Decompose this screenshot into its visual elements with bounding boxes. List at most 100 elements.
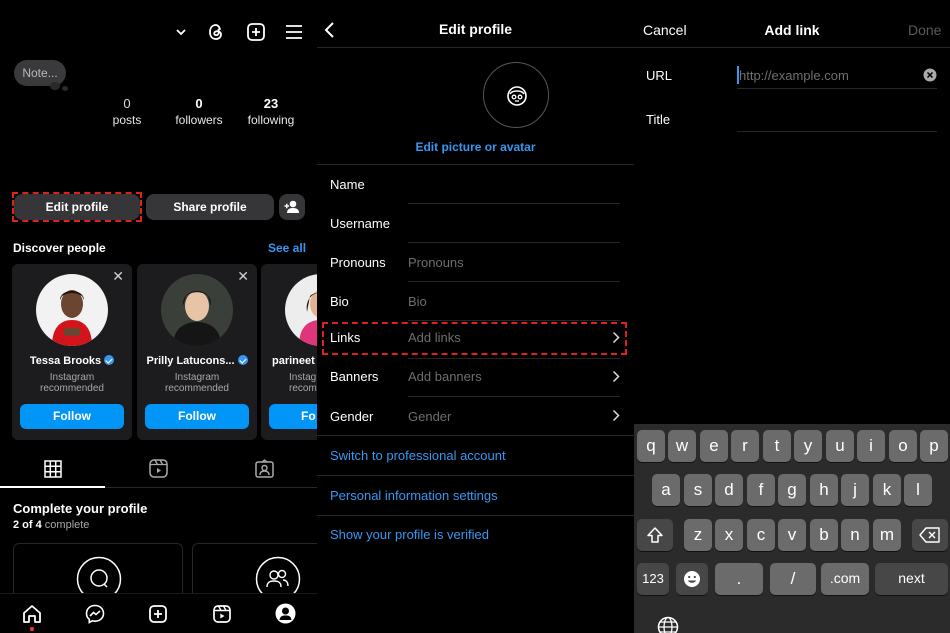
avatar-picture[interactable] [483, 62, 549, 128]
divider [737, 131, 937, 132]
avatar[interactable] [285, 274, 317, 346]
numbers-key[interactable]: 123 [637, 563, 669, 595]
tagged-icon[interactable] [255, 459, 274, 478]
add-person-icon [284, 200, 299, 213]
key-e[interactable]: e [700, 430, 728, 462]
key-f[interactable]: f [747, 474, 775, 506]
add-link-screen: Cancel Add link Done URL http://example.… [634, 0, 950, 633]
messenger-icon[interactable] [85, 604, 105, 624]
gender-field[interactable]: Gender [408, 409, 451, 424]
shift-icon [647, 527, 663, 543]
key-b[interactable]: b [810, 519, 838, 551]
pronouns-field[interactable]: Pronouns [408, 255, 464, 270]
key-l[interactable]: l [904, 474, 932, 506]
menu-hamburger-icon[interactable] [285, 24, 303, 40]
profile-tabbar [0, 452, 317, 488]
home-icon[interactable] [22, 604, 42, 624]
stat-following-label: following [247, 113, 295, 127]
card-sub1: Instagram [49, 372, 95, 383]
next-key[interactable]: next [875, 563, 948, 595]
switch-professional-link[interactable]: Switch to professional account [330, 448, 506, 463]
suggestion-card: ✕ Prilly Latucons... Instagram recommende… [137, 264, 257, 440]
key-s[interactable]: s [684, 474, 712, 506]
key-d[interactable]: d [715, 474, 743, 506]
key-c[interactable]: c [747, 519, 775, 551]
clear-icon[interactable] [923, 68, 937, 82]
stat-posts[interactable]: 0 posts [92, 96, 162, 127]
follow-button[interactable]: Follow [20, 404, 124, 429]
suggestion-card: ✕ Tessa Brooks Instagram recommended Foll… [12, 264, 132, 440]
key-h[interactable]: h [810, 474, 838, 506]
note-tail [62, 86, 68, 91]
avatar[interactable] [161, 274, 233, 346]
complete-suffix: complete [41, 519, 90, 531]
globe-icon[interactable] [657, 616, 679, 633]
header-divider [317, 47, 634, 48]
key-n[interactable]: n [841, 519, 869, 551]
key-y[interactable]: y [794, 430, 822, 462]
key-p[interactable]: p [920, 430, 948, 462]
key-w[interactable]: w [668, 430, 696, 462]
create-icon[interactable] [148, 604, 168, 624]
key-x[interactable]: x [715, 519, 743, 551]
follow-button[interactable]: Fo [269, 404, 317, 429]
backspace-key[interactable] [912, 519, 948, 551]
dismiss-icon[interactable]: ✕ [237, 268, 249, 285]
see-all-link[interactable]: See all [268, 241, 306, 255]
stat-followers-count: 0 [195, 96, 203, 111]
key-g[interactable]: g [778, 474, 806, 506]
dismiss-icon[interactable]: ✕ [112, 268, 124, 285]
key-i[interactable]: i [857, 430, 885, 462]
stat-followers[interactable]: 0 followers [164, 96, 234, 127]
bio-field[interactable]: Bio [408, 294, 427, 309]
complete-count: 2 of 4 [13, 519, 42, 531]
key-o[interactable]: o [889, 430, 917, 462]
divider [408, 396, 620, 397]
edit-picture-link[interactable]: Edit picture or avatar [317, 140, 634, 154]
profile-avatar-icon[interactable] [275, 603, 296, 624]
grid-icon[interactable] [44, 460, 62, 478]
notification-dot [30, 627, 34, 631]
edit-profile-screen: Edit profile Edit picture or avatar Name… [317, 0, 634, 633]
banners-label: Banners [330, 369, 379, 384]
url-input[interactable]: http://example.com [737, 66, 937, 86]
avatar[interactable] [36, 274, 108, 346]
show-verified-link[interactable]: Show your profile is verified [330, 527, 489, 542]
personal-info-link[interactable]: Personal information settings [330, 488, 498, 503]
add-person-button[interactable] [279, 194, 305, 220]
key-j[interactable]: j [841, 474, 869, 506]
key-k[interactable]: k [873, 474, 901, 506]
share-profile-button[interactable]: Share profile [146, 194, 274, 220]
follow-button[interactable]: Follow [145, 404, 249, 429]
chevron-down-icon[interactable] [174, 25, 188, 39]
key-v[interactable]: v [778, 519, 806, 551]
key-z[interactable]: z [684, 519, 712, 551]
banners-field[interactable]: Add banners [408, 369, 482, 384]
card-name: Prilly Latucons... [146, 355, 235, 367]
divider [408, 281, 620, 282]
pronouns-label: Pronouns [330, 255, 386, 270]
stat-posts-label: posts [112, 113, 142, 127]
header-divider [634, 47, 950, 48]
dotcom-key[interactable]: .com [821, 563, 869, 595]
key-u[interactable]: u [826, 430, 854, 462]
key-a[interactable]: a [652, 474, 680, 506]
shift-key[interactable] [637, 519, 673, 551]
key-t[interactable]: t [763, 430, 791, 462]
threads-icon[interactable] [206, 22, 226, 42]
key-q[interactable]: q [637, 430, 665, 462]
stat-following[interactable]: 23 following [236, 96, 306, 127]
verified-badge-icon [237, 355, 248, 365]
key-m[interactable]: m [873, 519, 901, 551]
emoji-key[interactable] [676, 563, 708, 595]
key-r[interactable]: r [731, 430, 759, 462]
card-name: parineet [272, 355, 315, 367]
title-input[interactable] [737, 108, 937, 130]
reels-nav-icon[interactable] [212, 604, 232, 624]
slash-key[interactable]: / [770, 563, 816, 595]
reels-icon[interactable] [149, 459, 168, 478]
dot-key[interactable]: . [715, 563, 763, 595]
create-plus-icon[interactable] [246, 22, 266, 42]
card-sub2: recommended [165, 383, 229, 394]
done-button[interactable]: Done [908, 22, 941, 38]
